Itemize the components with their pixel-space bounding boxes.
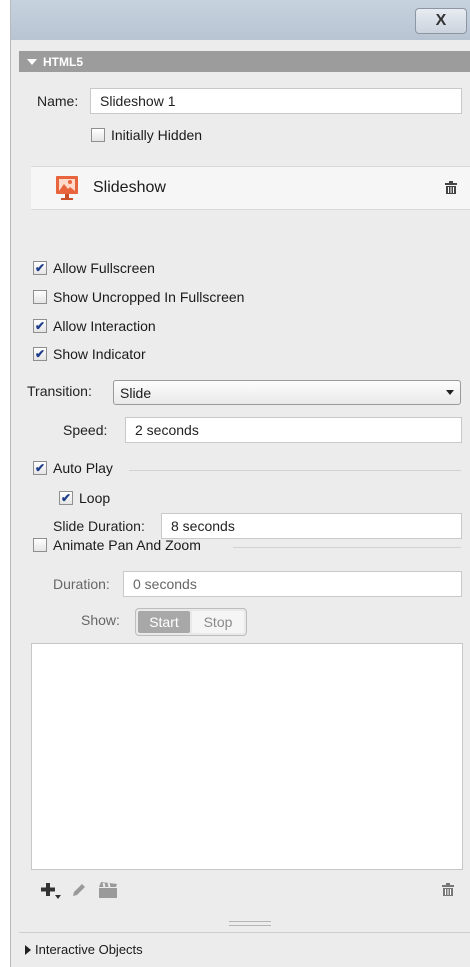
allow-interaction-checkbox[interactable]: ✔ Allow Interaction — [33, 318, 156, 334]
animate-pan-zoom-checkbox[interactable]: Animate Pan And Zoom — [33, 537, 201, 553]
resize-grip[interactable] — [229, 921, 271, 926]
allow-fullscreen-checkbox[interactable]: ✔ Allow Fullscreen — [33, 260, 155, 276]
slide-duration-input[interactable]: 8 seconds — [161, 513, 462, 539]
checkbox-box: ✔ — [33, 319, 47, 333]
duration-value: 0 seconds — [133, 576, 197, 592]
segment-stop[interactable]: Stop — [192, 611, 244, 633]
close-button[interactable]: X — [415, 8, 467, 34]
auto-play-label: Auto Play — [53, 460, 113, 476]
add-icon[interactable] — [39, 880, 63, 900]
name-value: Slideshow 1 — [100, 93, 176, 109]
divider — [233, 547, 461, 548]
checkbox-box: ✔ — [33, 261, 47, 275]
speed-label: Speed: — [63, 422, 108, 438]
checkbox-box: ✔ — [33, 347, 47, 361]
trash-icon[interactable] — [439, 881, 457, 899]
loop-checkbox[interactable]: ✔ Loop — [59, 490, 110, 506]
transition-select[interactable]: Slide — [113, 380, 461, 405]
transition-label: Transition: — [27, 383, 92, 399]
checkbox-box: ✔ — [59, 491, 73, 505]
delete-widget-icon[interactable] — [443, 180, 459, 196]
title-bar: X — [11, 0, 470, 40]
show-segmented-control[interactable]: Start Stop — [135, 608, 247, 636]
section-header-html5[interactable]: HTML5 — [19, 51, 470, 72]
name-input[interactable]: Slideshow 1 — [90, 88, 462, 114]
widget-title: Slideshow — [93, 179, 166, 196]
name-label: Name: — [37, 93, 79, 109]
widget-header: Slideshow — [31, 166, 470, 210]
interactive-objects-section[interactable]: Interactive Objects — [19, 932, 470, 967]
clapper-icon[interactable] — [97, 880, 119, 900]
segment-start[interactable]: Start — [138, 611, 190, 633]
checkbox-box — [33, 290, 47, 304]
animate-label: Animate Pan And Zoom — [53, 537, 201, 553]
speed-value: 2 seconds — [135, 422, 199, 438]
duration-input[interactable]: 0 seconds — [123, 571, 462, 597]
option-label: Show Uncropped In Fullscreen — [53, 289, 245, 305]
checkbox-box — [33, 538, 47, 552]
transition-value: Slide — [120, 384, 152, 401]
initially-hidden-checkbox[interactable]: Initially Hidden — [91, 127, 202, 143]
checkbox-box — [91, 128, 105, 142]
panel-window: X HTML5 Name: Slideshow 1 Initially Hidd… — [10, 0, 470, 967]
auto-play-checkbox[interactable]: ✔ Auto Play — [33, 460, 113, 476]
section-title: HTML5 — [43, 54, 83, 69]
close-icon: X — [435, 12, 447, 29]
option-label: Show Indicator — [53, 346, 146, 362]
option-label: Allow Fullscreen — [53, 260, 155, 276]
slide-duration-label: Slide Duration: — [53, 518, 145, 534]
edit-icon[interactable] — [69, 880, 89, 900]
collapse-triangle-icon — [27, 58, 37, 65]
loop-label: Loop — [79, 490, 111, 506]
slide-duration-value: 8 seconds — [171, 518, 235, 534]
speed-input[interactable]: 2 seconds — [125, 417, 462, 443]
option-label: Allow Interaction — [53, 318, 156, 334]
checkbox-box: ✔ — [33, 461, 47, 475]
show-indicator-checkbox[interactable]: ✔ Show Indicator — [33, 346, 146, 362]
slideshow-icon — [53, 174, 81, 202]
duration-label: Duration: — [53, 576, 110, 592]
show-uncropped-checkbox[interactable]: Show Uncropped In Fullscreen — [33, 289, 244, 305]
divider — [129, 470, 461, 471]
chevron-down-icon — [446, 390, 454, 395]
items-list[interactable] — [31, 643, 463, 870]
show-label: Show: — [81, 612, 120, 628]
initially-hidden-label: Initially Hidden — [111, 127, 203, 143]
expand-triangle-icon — [25, 945, 31, 955]
interactive-objects-label: Interactive Objects — [35, 942, 143, 957]
